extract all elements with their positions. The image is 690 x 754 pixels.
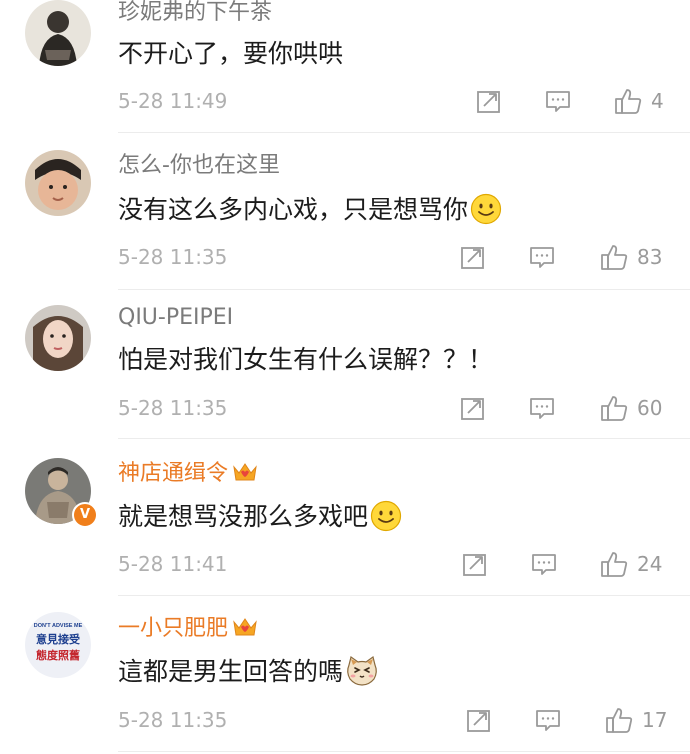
divider bbox=[118, 289, 690, 290]
comment-button[interactable] bbox=[534, 705, 562, 735]
repost-icon bbox=[461, 398, 484, 420]
avatar[interactable] bbox=[25, 0, 91, 66]
comment-icon bbox=[532, 554, 556, 575]
like-count: 60 bbox=[637, 396, 663, 420]
repost-button[interactable] bbox=[461, 549, 489, 579]
avatar-caption: DON'T ADVISE ME bbox=[34, 623, 83, 629]
timestamp: 5-28 11:35 bbox=[118, 245, 228, 269]
timestamp: 5-28 11:35 bbox=[118, 708, 228, 732]
username-text: 神店通缉令 bbox=[118, 461, 229, 486]
like-button[interactable]: 24 bbox=[599, 549, 662, 579]
like-count: 24 bbox=[637, 552, 663, 576]
username[interactable]: 一小只肥肥 bbox=[118, 615, 258, 643]
thumbs-up-icon bbox=[601, 396, 628, 421]
repost-icon bbox=[467, 710, 490, 732]
repost-button[interactable] bbox=[475, 86, 503, 116]
thumbs-up-icon bbox=[615, 89, 642, 114]
repost-icon bbox=[477, 91, 500, 113]
username[interactable]: QIU-PEIPEI bbox=[118, 304, 233, 332]
divider bbox=[118, 132, 690, 133]
repost-icon bbox=[463, 554, 486, 576]
crown-icon bbox=[233, 463, 257, 481]
repost-button[interactable] bbox=[465, 705, 493, 735]
comment-text-body: 這都是男生回答的嗎 bbox=[118, 657, 344, 686]
comment-text-body: 就是想骂没那么多戏吧 bbox=[118, 502, 369, 531]
comment-text: 怕是对我们女生有什么误解？？！ bbox=[118, 343, 493, 377]
comment-icon bbox=[530, 247, 554, 268]
timestamp: 5-28 11:35 bbox=[118, 396, 228, 420]
comment-button[interactable] bbox=[530, 549, 558, 579]
username[interactable]: 怎么-你也在这里 bbox=[118, 152, 280, 180]
like-button[interactable]: 60 bbox=[599, 393, 662, 423]
smile-emoji-icon bbox=[470, 193, 502, 225]
like-button[interactable]: 17 bbox=[604, 705, 667, 735]
comment-text-body: 怕是对我们女生有什么误解？？！ bbox=[118, 345, 494, 374]
crown-icon bbox=[233, 618, 257, 636]
like-count: 4 bbox=[651, 89, 664, 113]
avatar[interactable]: DON'T ADVISE ME 意見接受 態度照舊 bbox=[25, 612, 91, 678]
like-button[interactable]: 4 bbox=[613, 86, 664, 116]
comment-text-body: 没有这么多内心戏，只是想骂你 bbox=[118, 195, 469, 224]
repost-button[interactable] bbox=[459, 393, 487, 423]
divider bbox=[118, 438, 690, 439]
divider bbox=[118, 595, 690, 596]
smile-emoji-icon bbox=[370, 500, 402, 532]
comment-button[interactable] bbox=[528, 242, 556, 272]
comment-text: 就是想骂没那么多戏吧 bbox=[118, 500, 402, 534]
comment-button[interactable] bbox=[528, 393, 556, 423]
comment-button[interactable] bbox=[544, 86, 572, 116]
repost-button[interactable] bbox=[459, 242, 487, 272]
repost-icon bbox=[461, 247, 484, 269]
comment-text-body: 不开心了，要你哄哄 bbox=[118, 39, 344, 68]
username-text: 一小只肥肥 bbox=[118, 616, 229, 641]
like-button[interactable]: 83 bbox=[599, 242, 662, 272]
timestamp: 5-28 11:41 bbox=[118, 552, 228, 576]
cat-emoji-icon bbox=[347, 655, 377, 686]
divider bbox=[118, 751, 690, 752]
comment-text: 這都是男生回答的嗎 bbox=[118, 655, 379, 689]
timestamp: 5-28 11:49 bbox=[118, 89, 228, 113]
like-count: 83 bbox=[637, 245, 663, 269]
avatar-caption: 意見接受 bbox=[36, 632, 80, 646]
avatar-caption: 態度照舊 bbox=[36, 648, 80, 662]
like-count: 17 bbox=[642, 708, 668, 732]
username[interactable]: 珍妮弗的下午茶 bbox=[118, 0, 272, 27]
comment-icon bbox=[530, 398, 554, 419]
comment-icon bbox=[546, 91, 570, 112]
comment-icon bbox=[536, 710, 560, 731]
thumbs-up-icon bbox=[606, 708, 633, 733]
comment-text: 不开心了，要你哄哄 bbox=[118, 37, 343, 71]
thumbs-up-icon bbox=[601, 552, 628, 577]
comment-text: 没有这么多内心戏，只是想骂你 bbox=[118, 193, 502, 227]
thumbs-up-icon bbox=[601, 245, 628, 270]
avatar[interactable] bbox=[25, 305, 91, 371]
avatar[interactable] bbox=[25, 150, 91, 216]
username[interactable]: 神店通缉令 bbox=[118, 460, 258, 488]
verified-badge: V bbox=[72, 502, 98, 528]
